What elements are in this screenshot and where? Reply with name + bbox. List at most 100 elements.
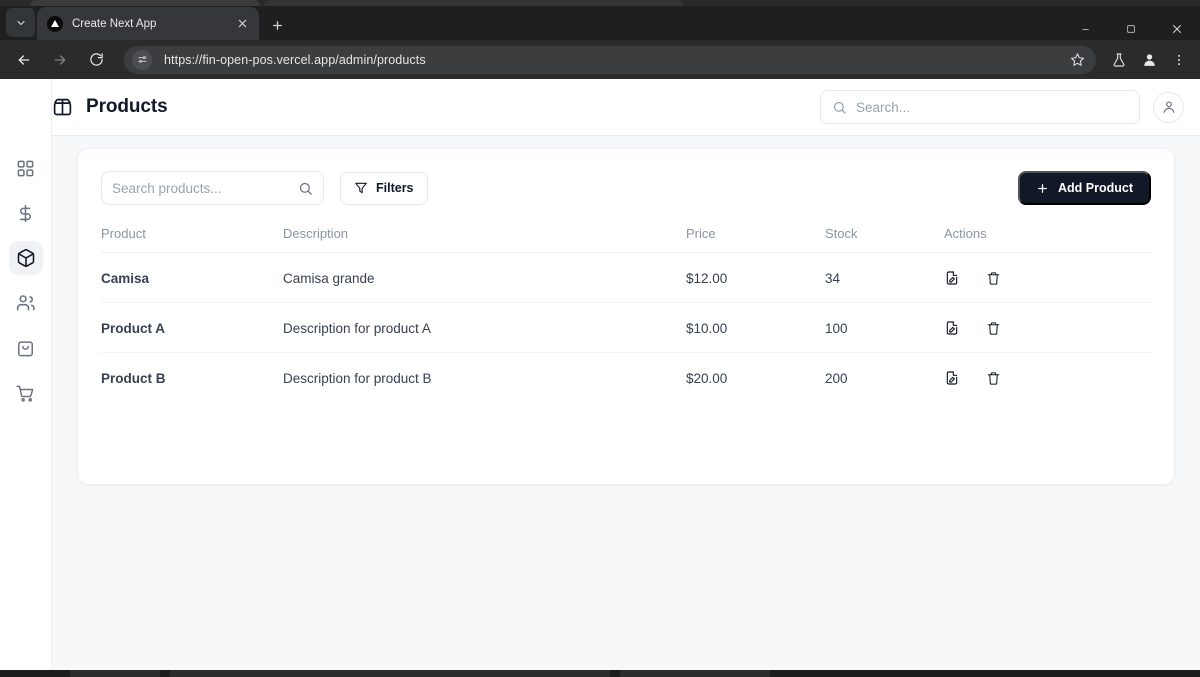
star-icon[interactable] (1064, 47, 1090, 73)
trash-icon (986, 371, 1001, 386)
table-row[interactable]: Camisa Camisa grande $12.00 34 (101, 252, 1151, 303)
browser-tab[interactable]: Create Next App (37, 7, 259, 40)
table-head: Product Description Price Stock Actions (101, 226, 1151, 253)
cell-price: $12.00 (686, 252, 825, 303)
global-search-placeholder: Search... (856, 99, 911, 115)
sidebar-item-orders[interactable] (9, 331, 43, 365)
sidebar-item-customers[interactable] (9, 286, 43, 320)
delete-product-button[interactable] (986, 371, 1001, 386)
cell-stock: 200 (825, 370, 848, 386)
trash-icon (986, 321, 1001, 336)
column-header-price[interactable]: Price (686, 226, 825, 253)
cell-actions (944, 302, 1151, 353)
desktop-taskbar-edge (0, 670, 1200, 677)
cell-product-name: Camisa (101, 252, 283, 303)
cell-stock: 34 (825, 252, 944, 303)
filters-button[interactable]: Filters (340, 171, 428, 205)
package-box-icon (52, 97, 73, 118)
forward-arrow-icon (52, 52, 68, 68)
file-pen-edit-icon (944, 320, 960, 336)
page-title: Products (86, 96, 168, 117)
file-pen-edit-icon (944, 370, 960, 386)
search-icon (298, 181, 313, 196)
shopping-bag-icon (16, 339, 35, 358)
add-product-label: Add Product (1058, 181, 1133, 195)
sidebar-item-cart[interactable] (9, 376, 43, 410)
search-icon (832, 100, 847, 115)
cell-actions (944, 353, 1151, 403)
reload-icon (89, 52, 104, 67)
edit-product-button[interactable] (944, 370, 960, 386)
profile-button[interactable] (1134, 45, 1164, 75)
page-title-group: Products (22, 96, 168, 118)
column-header-stock[interactable]: Stock (825, 226, 944, 253)
products-card: Search products... Filters Add Product P… (77, 148, 1175, 485)
address-bar[interactable]: https://fin-open-pos.vercel.app/admin/pr… (124, 45, 1096, 74)
cell-price: $20.00 (686, 370, 728, 386)
filters-label: Filters (376, 181, 414, 195)
sidebar-item-finances[interactable] (9, 196, 43, 230)
sidebar-item-dashboard[interactable] (9, 151, 43, 185)
app-header: Products Search... (52, 79, 1200, 136)
column-header-actions: Actions (944, 226, 987, 241)
column-header-product[interactable]: Product (101, 226, 283, 253)
products-toolbar: Search products... Filters Add Product (101, 171, 1151, 205)
close-icon[interactable] (233, 15, 251, 33)
new-tab-button[interactable] (264, 12, 290, 38)
funnel-icon (354, 181, 368, 195)
column-header-description[interactable]: Description (283, 226, 686, 253)
trash-icon (986, 271, 1001, 286)
forward-button[interactable] (46, 46, 74, 74)
edit-product-button[interactable] (944, 320, 960, 336)
products-table: Product Description Price Stock Actions … (101, 226, 1151, 402)
sidebar-item-products[interactable] (8, 241, 43, 275)
back-arrow-icon (16, 52, 32, 68)
shopping-cart-icon (16, 384, 35, 403)
plus-icon (271, 19, 284, 32)
experiments-button[interactable] (1104, 45, 1134, 75)
reload-button[interactable] (82, 46, 110, 74)
browser-window: Create Next App https://fin-open-pos.ver… (0, 0, 1200, 677)
account-button[interactable] (1153, 91, 1184, 123)
browser-menu-button[interactable] (1164, 45, 1194, 75)
nextjs-triangle-icon (47, 15, 63, 32)
table-header-row: Product Description Price Stock Actions (101, 226, 1151, 253)
grid-dashboard-icon (16, 159, 35, 178)
cell-product-name: Product A (101, 302, 283, 353)
edit-product-button[interactable] (944, 270, 960, 286)
back-button[interactable] (10, 46, 38, 74)
table-row[interactable]: Product B Description for product B $20.00… (101, 353, 1151, 403)
cell-description: Description for product A (283, 302, 686, 353)
table-body: Camisa Camisa grande $12.00 34 Product A Desc… (101, 252, 1151, 403)
package-box-icon (16, 248, 36, 268)
cell-actions (944, 252, 1151, 303)
product-search-input[interactable]: Search products... (101, 171, 324, 205)
chevron-down-icon (15, 17, 27, 29)
user-circle-icon (1161, 99, 1177, 115)
tab-strip: Create Next App (0, 6, 1200, 40)
product-search-placeholder: Search products... (112, 180, 222, 196)
file-pen-edit-icon (944, 270, 960, 286)
profile-icon (1141, 51, 1158, 68)
cell-description: Camisa grande (283, 252, 686, 303)
flask-icon (1111, 52, 1127, 68)
global-search-input[interactable]: Search... (820, 90, 1140, 124)
tab-search-button[interactable] (6, 8, 35, 37)
more-vertical-icon (1172, 53, 1186, 67)
site-settings-icon[interactable] (132, 49, 152, 70)
tab-title: Create Next App (72, 17, 157, 30)
delete-product-button[interactable] (986, 271, 1001, 286)
cell-product-name: Product B (101, 370, 166, 386)
cell-description: Description for product B (283, 370, 432, 386)
cell-price: $10.00 (686, 302, 825, 353)
delete-product-button[interactable] (986, 321, 1001, 336)
dollar-sign-icon (16, 204, 35, 223)
app-sidebar (0, 79, 52, 670)
address-bar-url: https://fin-open-pos.vercel.app/admin/pr… (164, 52, 426, 67)
cell-stock: 100 (825, 302, 944, 353)
browser-toolbar: https://fin-open-pos.vercel.app/admin/pr… (0, 40, 1200, 79)
table-row[interactable]: Product A Description for product A $10.00… (101, 302, 1151, 353)
plus-icon (1036, 182, 1049, 195)
add-product-button[interactable]: Add Product (1018, 171, 1151, 205)
page-viewport: Products Search... Search products... Fi… (0, 79, 1200, 670)
